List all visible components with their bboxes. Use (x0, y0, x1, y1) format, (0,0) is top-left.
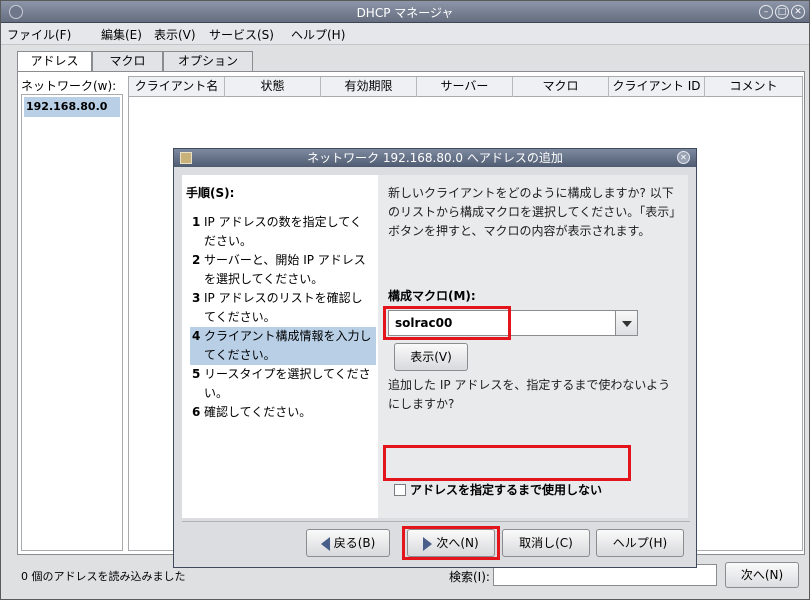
menu-edit[interactable]: 編集(E) (101, 26, 142, 43)
back-arrow-icon (320, 536, 330, 551)
step-text: サーバーと、開始 IP アドレスを選択してください。 (204, 253, 366, 286)
table-header: クライアント名 状態 有効期限 サーバー マクロ クライアント ID コメント (129, 77, 802, 97)
help-button[interactable]: ヘルプ(H) (596, 529, 684, 557)
next-highlight-box (402, 526, 500, 560)
step-item: 5 リースタイプを選択してください。 (192, 365, 372, 403)
back-button[interactable]: 戻る(B) (306, 529, 390, 557)
menu-bar: ファイル(F) 編集(E) 表示(V) サービス(S) ヘルプ(H) (1, 23, 809, 45)
step-number: 6 (192, 405, 201, 419)
step-number: 1 (192, 215, 201, 229)
column-server[interactable]: サーバー (417, 77, 513, 97)
macro-highlight-box (383, 306, 511, 340)
minimize-icon[interactable]: – (759, 5, 773, 19)
dialog-title: ネットワーク 192.168.80.0 へアドレスの追加 (174, 149, 696, 167)
main-window: DHCP マネージャ – □ ✕ ファイル(F) 編集(E) 表示(V) サービ… (0, 0, 810, 600)
add-address-dialog: ネットワーク 192.168.80.0 へアドレスの追加 ✕ 手順(S): 1 … (173, 148, 697, 568)
column-status[interactable]: 状態 (225, 77, 321, 97)
dialog-close-icon[interactable]: ✕ (677, 151, 690, 164)
step-text: リースタイプを選択してください。 (204, 367, 371, 400)
search-label: 検索(I): (449, 570, 490, 584)
maximize-icon[interactable]: □ (775, 5, 789, 19)
step-number: 5 (192, 367, 201, 381)
macro-description: 新しいクライアントをどのように構成しますか? 以下のリストから構成マクロを選択し… (388, 186, 676, 238)
tab-macro[interactable]: マクロ (92, 51, 163, 72)
dialog-footer: 戻る(B) 次へ(N) 取消し(C) ヘルプ(H) (182, 521, 690, 561)
column-macro[interactable]: マクロ (513, 77, 609, 97)
step-number: 2 (192, 253, 201, 267)
macro-label: 構成マクロ(M): (388, 289, 476, 303)
status-message: 0 個のアドレスを読み込みました (21, 570, 186, 583)
close-icon[interactable]: ✕ (791, 5, 805, 19)
cancel-button[interactable]: 取消し(C) (502, 529, 590, 557)
step-number: 3 (192, 291, 201, 305)
steps-header: 手順(S): (186, 186, 235, 200)
chevron-down-icon[interactable] (615, 311, 637, 335)
search-next-button[interactable]: 次へ(N) (725, 562, 799, 588)
network-list[interactable]: 192.168.80.0 (21, 94, 123, 551)
column-comment[interactable]: コメント (705, 77, 802, 97)
step-text: IP アドレスの数を指定してください。 (204, 215, 362, 248)
reserve-question: 追加した IP アドレスを、指定するまで使わないようにしますか? (388, 378, 671, 411)
dialog-app-icon (180, 152, 192, 164)
step-item: 2 サーバーと、開始 IP アドレスを選択してください。 (192, 251, 372, 289)
network-item[interactable]: 192.168.80.0 (24, 97, 120, 117)
menu-view[interactable]: 表示(V) (154, 26, 196, 43)
checkbox-highlight-box (383, 445, 631, 481)
column-client-name[interactable]: クライアント名 (129, 77, 225, 97)
column-client-id[interactable]: クライアント ID (609, 77, 705, 97)
title-bar: DHCP マネージャ – □ ✕ (1, 1, 809, 23)
menu-service[interactable]: サービス(S) (209, 26, 274, 43)
tab-address[interactable]: アドレス (17, 51, 92, 72)
menu-help[interactable]: ヘルプ(H) (291, 26, 345, 43)
step-text: IP アドレスのリストを確認してください。 (204, 291, 363, 324)
reserve-checkbox[interactable] (394, 484, 406, 496)
step-item: 6 確認してください。 (192, 403, 372, 423)
reserve-checkbox-label[interactable]: アドレスを指定するまで使用しない (410, 481, 602, 498)
step-item-current: 4 クライアント構成情報を入力してください。 (190, 327, 376, 365)
step-content-panel: 新しいクライアントをどのように構成しますか? 以下のリストから構成マクロを選択し… (378, 175, 688, 518)
step-item: 3 IP アドレスのリストを確認してください。 (192, 289, 372, 327)
step-number: 4 (192, 329, 201, 343)
column-expiry[interactable]: 有効期限 (321, 77, 417, 97)
menu-file[interactable]: ファイル(F) (7, 26, 71, 43)
tab-option[interactable]: オプション (163, 51, 253, 72)
window-title: DHCP マネージャ (356, 6, 454, 20)
steps-panel: 手順(S): 1 IP アドレスの数を指定してください。 2 サーバーと、開始 … (182, 175, 378, 518)
step-text: 確認してください。 (204, 405, 312, 419)
back-button-label: 戻る(B) (333, 536, 376, 550)
step-text: クライアント構成情報を入力してください。 (204, 329, 372, 362)
network-label: ネットワーク(w): (21, 79, 117, 93)
step-item: 1 IP アドレスの数を指定してください。 (192, 213, 372, 251)
view-macro-button[interactable]: 表示(V) (394, 343, 468, 371)
